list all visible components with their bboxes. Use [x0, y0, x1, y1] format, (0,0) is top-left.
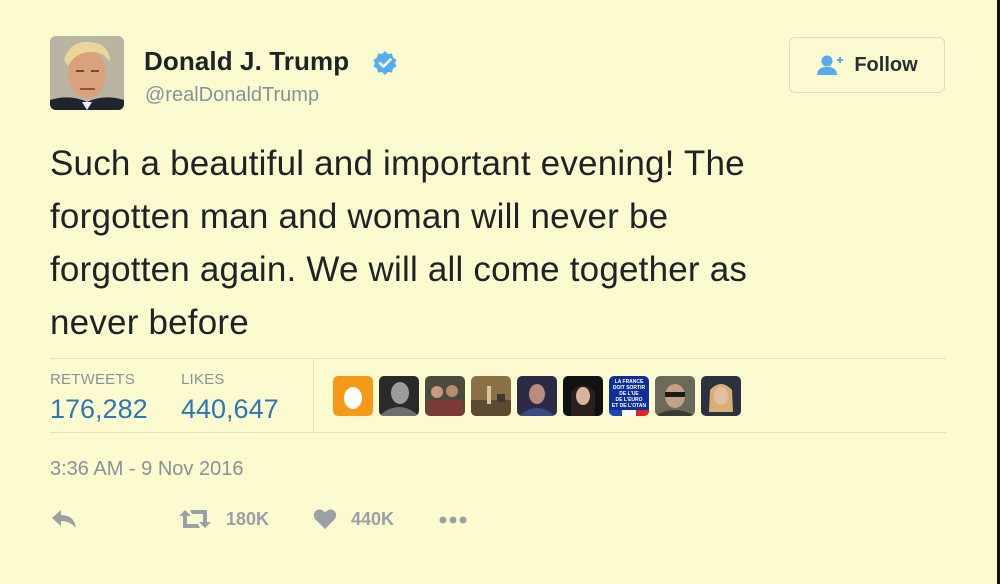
stats-top-divider: [50, 358, 946, 359]
follow-button-label: Follow: [854, 53, 918, 76]
la-france-flag-avatar[interactable]: LA FRANCE DOIT SORTIR DE L'UE DE L'EURO …: [609, 376, 649, 416]
retweets-count: 176,282: [50, 394, 148, 424]
room-interior-avatar[interactable]: [471, 376, 511, 416]
retweets-label: RETWEETS: [50, 371, 135, 388]
liker-avatars: LA FRANCE DOIT SORTIR DE L'UE DE L'EURO …: [333, 376, 741, 416]
retweet-icon: [179, 510, 211, 528]
tweet-text-line: Such a beautiful and important evening! …: [50, 144, 745, 183]
more-icon: [439, 516, 467, 524]
verified-badge-icon: [373, 51, 397, 75]
reply-icon: [52, 510, 76, 528]
tweet-timestamp[interactable]: 3:36 AM - 9 Nov 2016: [50, 458, 243, 481]
dark-portrait-avatar[interactable]: [517, 376, 557, 416]
tweet-text-line: never before: [50, 303, 249, 342]
likes-label: LIKES: [181, 371, 225, 388]
likes-stat[interactable]: LIKES 440,647: [181, 371, 279, 425]
like-count: 440K: [351, 508, 395, 529]
flag-text-line: ET DE L'OTAN: [612, 403, 647, 409]
group-photo-avatar[interactable]: [425, 376, 465, 416]
user-display-name[interactable]: Donald J. Trump: [144, 46, 349, 77]
tweet-text-line: forgotten again. We will all come togeth…: [50, 250, 748, 289]
likes-count: 440,647: [181, 394, 279, 424]
retweets-stat[interactable]: RETWEETS 176,282: [50, 371, 148, 425]
tweet-text-line: forgotten man and woman will never be: [50, 197, 669, 236]
stats-separator: [313, 358, 314, 432]
tweet-text: Such a beautiful and important evening! …: [50, 137, 930, 349]
more-button[interactable]: [438, 508, 468, 530]
grayscale-portrait-avatar[interactable]: [379, 376, 419, 416]
user-handle[interactable]: @realDonaldTrump: [145, 84, 319, 107]
sunglasses-portrait-avatar[interactable]: [655, 376, 695, 416]
default-egg-avatar[interactable]: [333, 376, 373, 416]
heart-icon: [313, 509, 337, 529]
follow-button[interactable]: Follow: [789, 37, 945, 93]
blonde-portrait-avatar[interactable]: [701, 376, 741, 416]
long-hair-portrait-avatar[interactable]: [563, 376, 603, 416]
follow-user-icon: [817, 55, 844, 75]
like-button[interactable]: 440K: [313, 508, 394, 530]
stats-bottom-divider: [50, 432, 946, 433]
retweet-button[interactable]: 180K: [178, 508, 269, 530]
profile-avatar[interactable]: [50, 36, 124, 110]
reply-button[interactable]: [50, 508, 78, 530]
retweet-count: 180K: [226, 508, 270, 529]
